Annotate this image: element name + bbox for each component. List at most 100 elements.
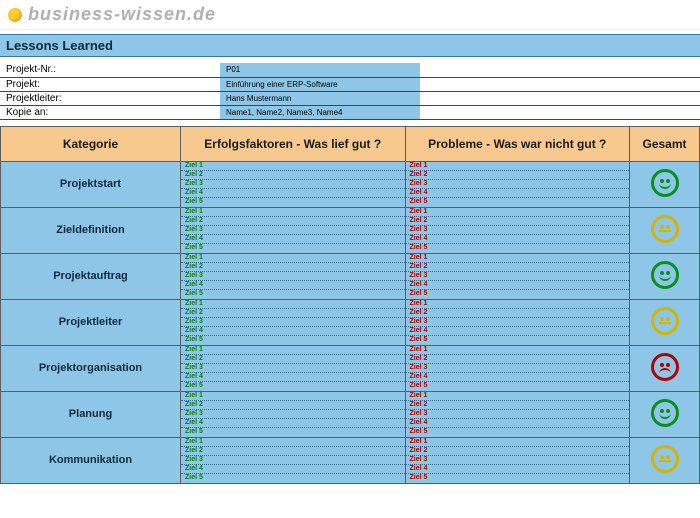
- meta-value: Name1, Name2, Name3, Name4: [220, 105, 420, 119]
- ziel-item: Ziel 1: [406, 346, 630, 355]
- ziel-list: Ziel 1Ziel 2Ziel 3Ziel 4Ziel 5: [406, 162, 630, 207]
- page-title: Lessons Learned: [0, 34, 700, 57]
- ziel-item: Ziel 5: [406, 244, 630, 253]
- ziel-item: Ziel 4: [406, 465, 630, 474]
- ziel-item: Ziel 3: [181, 318, 405, 327]
- ziel-item: Ziel 1: [181, 254, 405, 263]
- table-row: ProjektstartZiel 1Ziel 2Ziel 3Ziel 4Ziel…: [1, 161, 700, 207]
- erfolg-cell: Ziel 1Ziel 2Ziel 3Ziel 4Ziel 5: [181, 161, 406, 207]
- ziel-item: Ziel 4: [406, 235, 630, 244]
- ziel-item: Ziel 5: [406, 198, 630, 207]
- probleme-cell: Ziel 1Ziel 2Ziel 3Ziel 4Ziel 5: [405, 437, 630, 483]
- ziel-item: Ziel 4: [406, 281, 630, 290]
- ziel-item: Ziel 5: [406, 290, 630, 299]
- smiley-neutral-icon: [651, 215, 679, 243]
- ziel-item: Ziel 2: [181, 355, 405, 364]
- ziel-list: Ziel 1Ziel 2Ziel 3Ziel 4Ziel 5: [181, 254, 405, 299]
- kategorie-cell: Kommunikation: [1, 437, 181, 483]
- ziel-item: Ziel 2: [181, 217, 405, 226]
- ziel-item: Ziel 2: [181, 171, 405, 180]
- ziel-item: Ziel 4: [181, 465, 405, 474]
- gesamt-cell: [630, 345, 700, 391]
- ziel-item: Ziel 3: [406, 410, 630, 419]
- erfolg-cell: Ziel 1Ziel 2Ziel 3Ziel 4Ziel 5: [181, 253, 406, 299]
- ziel-item: Ziel 4: [181, 281, 405, 290]
- ziel-item: Ziel 1: [406, 392, 630, 401]
- gesamt-cell: [630, 299, 700, 345]
- table-row: ProjektauftragZiel 1Ziel 2Ziel 3Ziel 4Zi…: [1, 253, 700, 299]
- smiley-happy-icon: [651, 399, 679, 427]
- ziel-item: Ziel 3: [181, 410, 405, 419]
- table-row: PlanungZiel 1Ziel 2Ziel 3Ziel 4Ziel 5Zie…: [1, 391, 700, 437]
- meta-label: Projekt:: [0, 77, 220, 91]
- probleme-cell: Ziel 1Ziel 2Ziel 3Ziel 4Ziel 5: [405, 345, 630, 391]
- kategorie-cell: Zieldefinition: [1, 207, 181, 253]
- gesamt-cell: [630, 391, 700, 437]
- brand-logo-icon: [8, 8, 22, 22]
- ziel-list: Ziel 1Ziel 2Ziel 3Ziel 4Ziel 5: [181, 392, 405, 437]
- ziel-item: Ziel 4: [181, 189, 405, 198]
- ziel-item: Ziel 1: [406, 162, 630, 171]
- gesamt-cell: [630, 253, 700, 299]
- ziel-item: Ziel 1: [181, 162, 405, 171]
- lessons-table: Kategorie Erfolgsfaktoren - Was lief gut…: [0, 126, 700, 484]
- kategorie-cell: Projektleiter: [1, 299, 181, 345]
- ziel-item: Ziel 3: [406, 226, 630, 235]
- table-row: ZieldefinitionZiel 1Ziel 2Ziel 3Ziel 4Zi…: [1, 207, 700, 253]
- ziel-item: Ziel 2: [406, 401, 630, 410]
- kategorie-cell: Planung: [1, 391, 181, 437]
- kategorie-cell: Projektauftrag: [1, 253, 181, 299]
- meta-label: Kopie an:: [0, 105, 220, 119]
- meta-value: Hans Mustermann: [220, 91, 420, 105]
- ziel-list: Ziel 1Ziel 2Ziel 3Ziel 4Ziel 5: [181, 438, 405, 483]
- meta-table: Projekt-Nr.:P01Projekt:Einführung einer …: [0, 63, 700, 120]
- ziel-item: Ziel 5: [406, 428, 630, 437]
- ziel-item: Ziel 2: [406, 263, 630, 272]
- probleme-cell: Ziel 1Ziel 2Ziel 3Ziel 4Ziel 5: [405, 253, 630, 299]
- ziel-item: Ziel 1: [181, 392, 405, 401]
- header-kategorie: Kategorie: [1, 126, 181, 161]
- ziel-item: Ziel 5: [181, 290, 405, 299]
- brand-header: business-wissen.de: [0, 0, 700, 30]
- ziel-item: Ziel 2: [181, 263, 405, 272]
- meta-label: Projektleiter:: [0, 91, 220, 105]
- gesamt-cell: [630, 161, 700, 207]
- ziel-item: Ziel 3: [406, 272, 630, 281]
- ziel-item: Ziel 5: [181, 428, 405, 437]
- header-erfolg: Erfolgsfaktoren - Was lief gut ?: [181, 126, 406, 161]
- smiley-happy-icon: [651, 169, 679, 197]
- table-row: KommunikationZiel 1Ziel 2Ziel 3Ziel 4Zie…: [1, 437, 700, 483]
- ziel-list: Ziel 1Ziel 2Ziel 3Ziel 4Ziel 5: [406, 208, 630, 253]
- ziel-item: Ziel 5: [406, 382, 630, 391]
- smiley-neutral-icon: [651, 445, 679, 473]
- ziel-item: Ziel 4: [181, 327, 405, 336]
- smiley-neutral-icon: [651, 307, 679, 335]
- meta-spacer: [420, 63, 700, 77]
- ziel-item: Ziel 5: [406, 474, 630, 483]
- probleme-cell: Ziel 1Ziel 2Ziel 3Ziel 4Ziel 5: [405, 391, 630, 437]
- ziel-item: Ziel 5: [406, 336, 630, 345]
- ziel-item: Ziel 3: [406, 180, 630, 189]
- erfolg-cell: Ziel 1Ziel 2Ziel 3Ziel 4Ziel 5: [181, 391, 406, 437]
- gesamt-cell: [630, 437, 700, 483]
- table-row: ProjektorganisationZiel 1Ziel 2Ziel 3Zie…: [1, 345, 700, 391]
- ziel-item: Ziel 4: [406, 419, 630, 428]
- probleme-cell: Ziel 1Ziel 2Ziel 3Ziel 4Ziel 5: [405, 299, 630, 345]
- ziel-list: Ziel 1Ziel 2Ziel 3Ziel 4Ziel 5: [406, 392, 630, 437]
- erfolg-cell: Ziel 1Ziel 2Ziel 3Ziel 4Ziel 5: [181, 207, 406, 253]
- ziel-item: Ziel 4: [406, 327, 630, 336]
- ziel-item: Ziel 5: [181, 474, 405, 483]
- smiley-happy-icon: [651, 261, 679, 289]
- ziel-item: Ziel 3: [181, 364, 405, 373]
- kategorie-cell: Projektorganisation: [1, 345, 181, 391]
- header-gesamt: Gesamt: [630, 126, 700, 161]
- smiley-sad-icon: [651, 353, 679, 381]
- ziel-list: Ziel 1Ziel 2Ziel 3Ziel 4Ziel 5: [181, 300, 405, 345]
- ziel-item: Ziel 5: [181, 244, 405, 253]
- erfolg-cell: Ziel 1Ziel 2Ziel 3Ziel 4Ziel 5: [181, 437, 406, 483]
- ziel-item: Ziel 3: [181, 226, 405, 235]
- gesamt-cell: [630, 207, 700, 253]
- ziel-item: Ziel 2: [406, 309, 630, 318]
- ziel-item: Ziel 4: [181, 373, 405, 382]
- ziel-item: Ziel 3: [406, 364, 630, 373]
